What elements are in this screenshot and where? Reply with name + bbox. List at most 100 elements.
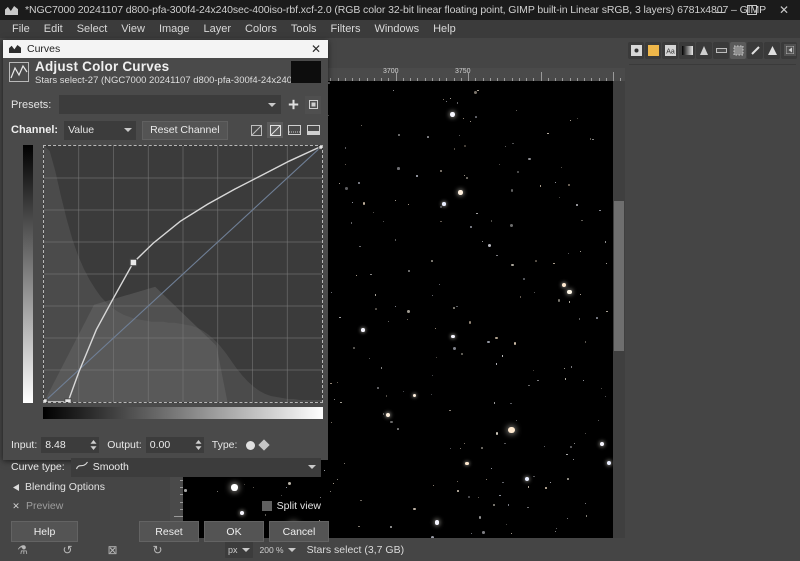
chevron-down-icon	[124, 128, 133, 132]
cancel-icon[interactable]: ⊠	[105, 542, 121, 558]
star	[397, 167, 400, 170]
smooth-point-icon[interactable]	[246, 440, 256, 450]
star	[555, 528, 557, 530]
star	[460, 352, 464, 356]
star	[509, 223, 513, 227]
star	[523, 278, 525, 280]
unit-selector[interactable]: px	[225, 541, 253, 558]
output-gradient-bar	[23, 145, 33, 403]
linear-histogram-icon[interactable]	[248, 122, 264, 138]
tool-gradient[interactable]	[679, 41, 695, 59]
cancel-button[interactable]: Cancel	[269, 521, 329, 542]
menu-item-layer[interactable]: Layer	[197, 20, 239, 38]
star	[285, 486, 287, 488]
star	[265, 514, 267, 516]
star	[524, 477, 529, 481]
star	[516, 170, 519, 174]
canvas-vertical-scrollbar[interactable]	[613, 81, 625, 561]
star	[596, 317, 598, 319]
ok-button[interactable]: OK	[204, 521, 264, 542]
reset-button[interactable]: Reset	[139, 521, 199, 542]
star	[549, 481, 551, 483]
plus-icon[interactable]	[285, 96, 301, 114]
star	[451, 334, 455, 339]
star	[427, 136, 429, 138]
dock-menu-icon[interactable]	[784, 44, 796, 56]
star	[368, 357, 370, 360]
curve-type-value: Smooth	[92, 461, 129, 473]
star	[512, 142, 514, 144]
star	[553, 263, 555, 265]
menu-item-help[interactable]: Help	[426, 20, 463, 38]
tool-rect-select[interactable]	[730, 41, 746, 59]
star	[280, 494, 283, 497]
curve-type-select[interactable]: Smooth	[70, 457, 321, 477]
reset-channel-button[interactable]: Reset Channel	[142, 120, 228, 140]
star	[528, 158, 531, 161]
star	[406, 319, 408, 321]
star	[469, 120, 471, 123]
minimize-button[interactable]	[704, 0, 736, 20]
curve-type-row: Curve type: Smooth	[11, 457, 321, 477]
tool-gegl-operation[interactable]	[628, 41, 644, 59]
star	[519, 296, 522, 298]
channel-select[interactable]: Value	[64, 120, 137, 140]
tool-curves[interactable]	[713, 41, 729, 59]
star	[527, 506, 529, 509]
curve-graph[interactable]	[43, 145, 323, 403]
input-stepper[interactable]	[90, 439, 97, 451]
star	[431, 393, 433, 395]
expander-collapsed-icon[interactable]	[11, 482, 21, 492]
tool-bucket-fill[interactable]	[645, 41, 661, 59]
tool-text[interactable]: Aa	[662, 41, 678, 59]
tool-paths[interactable]	[764, 41, 780, 59]
output-bars-icon[interactable]	[305, 122, 321, 138]
menu-item-edit[interactable]: Edit	[37, 20, 70, 38]
output-stepper[interactable]	[195, 439, 202, 451]
input-field[interactable]: 8.48	[41, 437, 100, 453]
help-button[interactable]: Help	[11, 521, 78, 542]
star	[407, 309, 411, 313]
menu-item-select[interactable]: Select	[70, 20, 115, 38]
window-title: *NGC7000 20241107 d800-pfa-300f4-24x240s…	[25, 4, 767, 16]
zoom-selector[interactable]: 200 %	[257, 541, 299, 558]
menu-item-colors[interactable]: Colors	[238, 20, 284, 38]
menu-item-windows[interactable]: Windows	[367, 20, 426, 38]
menu-item-filters[interactable]: Filters	[324, 20, 368, 38]
input-bars-icon[interactable]	[286, 122, 302, 138]
split-view-checkbox[interactable]	[261, 501, 272, 511]
star	[333, 398, 336, 401]
star	[449, 409, 451, 412]
logarithmic-histogram-icon[interactable]	[267, 122, 283, 138]
maximize-button[interactable]	[736, 0, 768, 20]
undo-history-icon[interactable]: ↺	[60, 542, 76, 558]
menu-item-tools[interactable]: Tools	[284, 20, 324, 38]
tool-measure[interactable]	[747, 41, 763, 59]
tool-levels[interactable]	[696, 41, 712, 59]
star	[458, 134, 460, 136]
star	[350, 221, 353, 224]
menu-item-file[interactable]: File	[5, 20, 37, 38]
close-icon[interactable]: ✕	[304, 40, 328, 58]
preset-menu-icon[interactable]	[305, 95, 321, 114]
output-value: 0.00	[149, 439, 171, 451]
status-text: Stars select (3,7 GB)	[306, 543, 405, 556]
star	[592, 138, 594, 141]
menu-item-image[interactable]: Image	[152, 20, 197, 38]
curves-dialog-header: Adjust Color Curves Stars select-27 (NGC…	[3, 58, 328, 88]
unit-value: px	[228, 544, 238, 555]
close-button[interactable]: ✕	[768, 0, 800, 20]
navigation-icon[interactable]: ↻	[150, 542, 166, 558]
star	[568, 301, 570, 303]
scrollbar-thumb[interactable]	[614, 201, 624, 351]
presets-combo[interactable]	[59, 95, 281, 114]
output-field[interactable]: 0.00	[145, 437, 204, 453]
star	[432, 484, 434, 487]
menu-item-view[interactable]: View	[114, 20, 152, 38]
quick-mask-icon[interactable]: ⚗	[15, 542, 31, 558]
star	[323, 469, 326, 471]
star	[476, 212, 478, 214]
corner-point-icon[interactable]	[258, 439, 271, 451]
preview-checkbox[interactable]: ✕	[11, 501, 21, 511]
blending-options-row[interactable]: Blending Options	[11, 481, 105, 493]
